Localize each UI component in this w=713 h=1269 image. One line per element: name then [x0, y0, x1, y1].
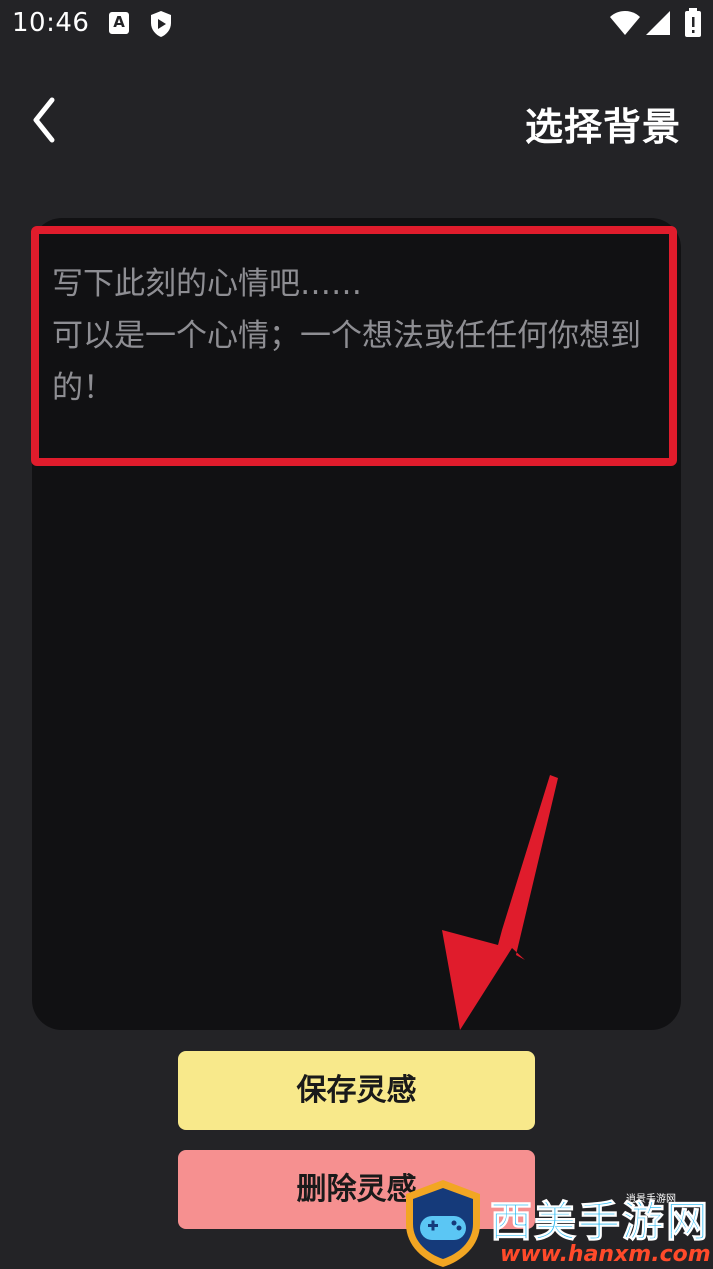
- save-inspiration-button[interactable]: 保存灵感: [178, 1051, 535, 1130]
- shield-icon: [151, 11, 171, 37]
- signal-icon: [646, 11, 670, 35]
- status-bar: 10:46 A: [0, 0, 713, 50]
- battery-icon: [685, 8, 701, 37]
- highlight-box: [31, 226, 677, 466]
- back-button[interactable]: [22, 94, 66, 146]
- gamepad-logo-icon: [406, 1180, 480, 1267]
- watermark-url: www.hanxm.com: [500, 1242, 711, 1267]
- red-arrow-icon: [442, 775, 558, 1030]
- watermark-title: 西美手游网: [489, 1197, 711, 1247]
- a-icon: A: [109, 12, 129, 34]
- page-title: 选择背景: [524, 105, 681, 149]
- watermark: 西美手游网 逍景手游网 www.hanxm.com: [398, 1176, 713, 1269]
- wifi-icon: [610, 11, 640, 35]
- status-time: 10:46: [12, 8, 90, 38]
- watermark-subtitle: 逍景手游网: [626, 1194, 676, 1205]
- chevron-left-icon: [33, 97, 55, 143]
